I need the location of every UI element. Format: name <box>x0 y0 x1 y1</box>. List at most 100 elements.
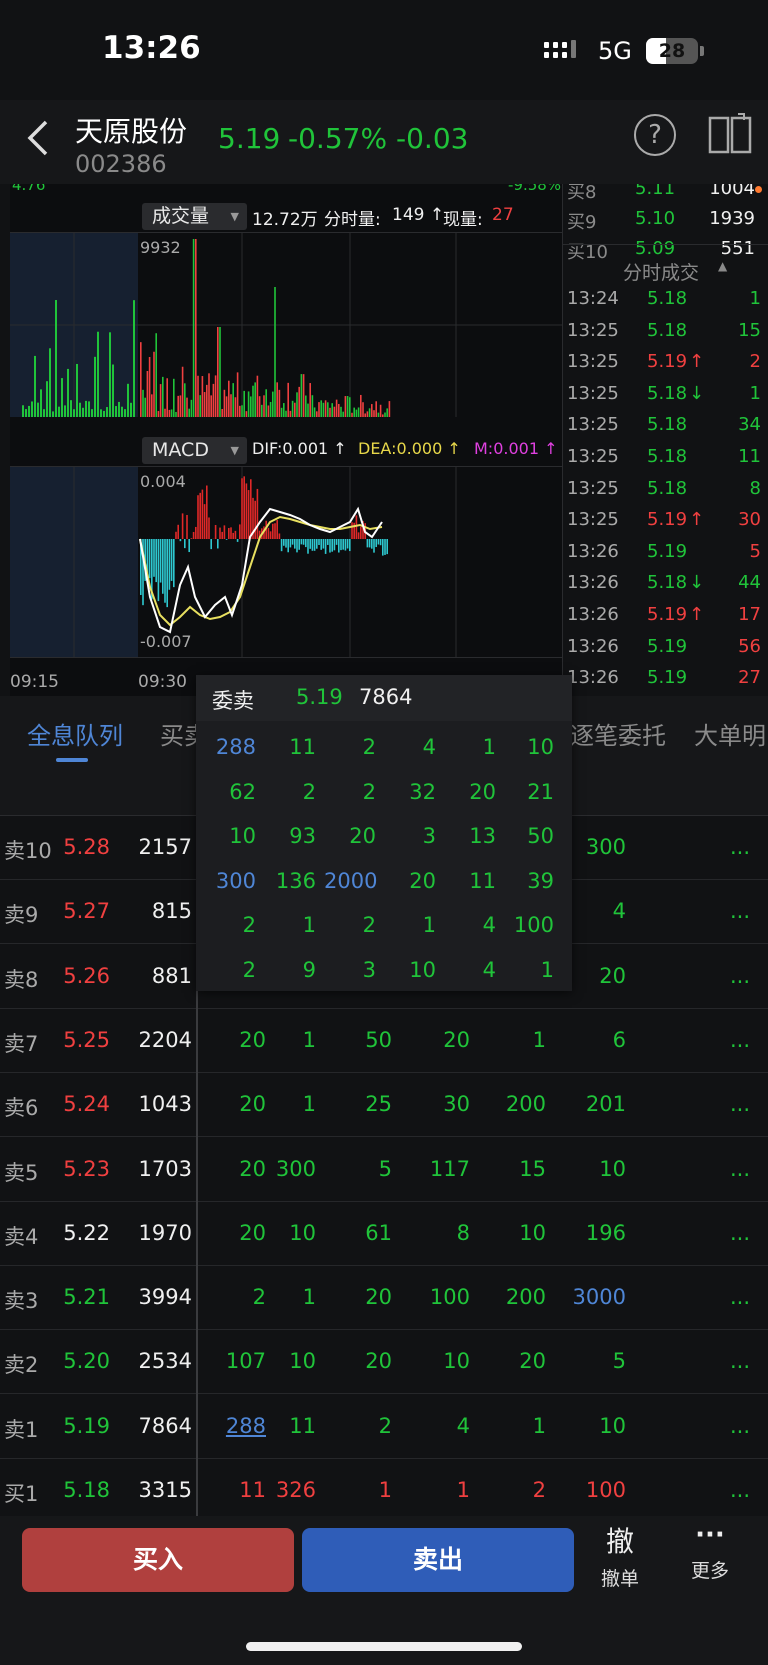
queue-order[interactable]: 15 <box>486 1157 546 1181</box>
popup-order[interactable]: 62 <box>204 780 256 804</box>
queue-order[interactable]: 100 <box>566 1478 626 1502</box>
cancel-order-button[interactable]: 撤 撤单 <box>590 1520 650 1591</box>
queue-order[interactable]: 50 <box>332 1028 392 1052</box>
more-orders-icon[interactable]: ... <box>720 835 750 859</box>
popup-order[interactable]: 93 <box>264 824 316 848</box>
queue-order[interactable]: 5 <box>332 1157 392 1181</box>
queue-order[interactable]: 8 <box>410 1221 470 1245</box>
queue-order[interactable]: 10 <box>566 1414 626 1438</box>
tab-full-queue[interactable]: 全息队列 <box>27 716 123 751</box>
queue-order[interactable]: 20 <box>176 1092 266 1116</box>
queue-order[interactable]: 20 <box>332 1285 392 1309</box>
popup-order[interactable]: 300 <box>204 869 256 893</box>
popup-order[interactable]: 20 <box>444 780 496 804</box>
ladder-row[interactable]: 卖2 5.20 2534 107 10 20 10 20 5... <box>0 1330 768 1395</box>
queue-order[interactable]: 3000 <box>566 1285 626 1309</box>
popup-order[interactable]: 10 <box>204 824 256 848</box>
queue-order[interactable]: 25 <box>332 1092 392 1116</box>
more-orders-icon[interactable]: ... <box>720 1028 750 1052</box>
queue-order[interactable]: 1 <box>410 1478 470 1502</box>
popup-order[interactable]: 13 <box>444 824 496 848</box>
queue-order[interactable]: 10 <box>410 1349 470 1373</box>
macd-indicator-select[interactable]: MACD ▼ <box>142 437 247 464</box>
ladder-row[interactable]: 卖5 5.23 1703 20 300 5 117 15 10... <box>0 1138 768 1202</box>
queue-order[interactable]: 20 <box>332 1349 392 1373</box>
more-orders-icon[interactable]: ... <box>720 964 750 988</box>
popup-order[interactable]: 32 <box>384 780 436 804</box>
more-button[interactable]: ··· 更多 <box>680 1520 740 1583</box>
queue-order[interactable]: 10 <box>256 1349 316 1373</box>
more-orders-icon[interactable]: ... <box>720 1414 750 1438</box>
popup-order[interactable]: 21 <box>502 780 554 804</box>
popup-order[interactable]: 1 <box>502 958 554 982</box>
queue-order[interactable]: 196 <box>566 1221 626 1245</box>
popup-order[interactable]: 2000 <box>324 869 377 893</box>
volume-indicator-select[interactable]: 成交量 ▼ <box>142 203 247 230</box>
queue-order[interactable]: 300 <box>256 1157 316 1181</box>
queue-order[interactable]: 20 <box>176 1221 266 1245</box>
ladder-row[interactable]: 卖3 5.21 3994 2 1 20 100 200 3000... <box>0 1266 768 1331</box>
ladder-row[interactable]: 卖6 5.24 1043 20 1 25 30 200 201... <box>0 1073 768 1138</box>
back-icon[interactable] <box>24 118 54 158</box>
queue-order[interactable]: 20 <box>176 1028 266 1052</box>
queue-order[interactable]: 1 <box>256 1092 316 1116</box>
queue-order[interactable]: 100 <box>410 1285 470 1309</box>
intraday-chart[interactable]: 4.76 -9.58% 成交量 ▼ 12.72万 分时量: 149 ↑ 现量: 2… <box>10 184 562 696</box>
popup-order[interactable]: 1 <box>444 735 496 759</box>
queue-order[interactable]: 10 <box>256 1221 316 1245</box>
popup-order[interactable]: 39 <box>502 869 554 893</box>
queue-order[interactable]: 1 <box>486 1414 546 1438</box>
queue-order[interactable]: 117 <box>410 1157 470 1181</box>
queue-order[interactable]: 200 <box>486 1092 546 1116</box>
popup-order[interactable]: 3 <box>384 824 436 848</box>
popup-order[interactable]: 10 <box>502 735 554 759</box>
queue-order[interactable]: 5 <box>566 1349 626 1373</box>
queue-order[interactable]: 61 <box>332 1221 392 1245</box>
more-orders-icon[interactable]: ... <box>720 1221 750 1245</box>
queue-order[interactable]: 288 <box>176 1414 266 1438</box>
tick-panel[interactable]: 买8 5.11 1004 买9 5.10 1939 买10 5.09 551 分时成交 ▲ 13… <box>563 184 768 696</box>
ladder-row[interactable]: 卖7 5.25 2204 20 1 50 20 1 6... <box>0 1009 768 1073</box>
queue-order[interactable]: 10 <box>566 1157 626 1181</box>
popup-order[interactable]: 20 <box>384 869 436 893</box>
queue-order[interactable]: 20 <box>486 1349 546 1373</box>
popup-order[interactable]: 9 <box>264 958 316 982</box>
popup-order[interactable]: 11 <box>444 869 496 893</box>
queue-order[interactable]: 4 <box>566 899 626 923</box>
more-orders-icon[interactable]: ... <box>720 1285 750 1309</box>
queue-order[interactable]: 1 <box>486 1028 546 1052</box>
queue-order[interactable]: 300 <box>566 835 626 859</box>
queue-order[interactable]: 107 <box>176 1349 266 1373</box>
queue-order[interactable]: 20 <box>410 1028 470 1052</box>
sell-button[interactable]: 卖出 <box>302 1528 574 1592</box>
queue-order[interactable]: 201 <box>566 1092 626 1116</box>
ladder-row[interactable]: 卖4 5.22 1970 20 10 61 8 10 196... <box>0 1202 768 1266</box>
popup-order[interactable]: 100 <box>502 913 554 937</box>
popup-order[interactable]: 1 <box>384 913 436 937</box>
queue-order[interactable]: 11 <box>176 1478 266 1502</box>
popup-order[interactable]: 1 <box>264 913 316 937</box>
help-icon[interactable]: ? <box>634 114 676 156</box>
popup-order[interactable]: 288 <box>204 735 256 759</box>
tab-tick-orders[interactable]: 逐笔委托 <box>570 716 666 751</box>
queue-order[interactable]: 6 <box>566 1028 626 1052</box>
popup-order[interactable]: 2 <box>324 913 376 937</box>
queue-detail-popup[interactable]: 委卖 5.19 7864 288 11 2 4 1 10 62 2 2 32 20 21 10 93 20 3… <box>196 675 572 991</box>
queue-order[interactable]: 1 <box>256 1285 316 1309</box>
more-orders-icon[interactable]: ... <box>720 1478 750 1502</box>
popup-order[interactable]: 2 <box>264 780 316 804</box>
queue-order[interactable]: 2 <box>332 1414 392 1438</box>
queue-order[interactable]: 10 <box>486 1221 546 1245</box>
popup-order[interactable]: 4 <box>444 958 496 982</box>
queue-order[interactable]: 200 <box>486 1285 546 1309</box>
queue-order[interactable]: 30 <box>410 1092 470 1116</box>
popup-order[interactable]: 10 <box>384 958 436 982</box>
queue-order[interactable]: 326 <box>256 1478 316 1502</box>
switch-layout-icon[interactable] <box>708 112 752 156</box>
queue-order[interactable]: 20 <box>566 964 626 988</box>
queue-order[interactable]: 1 <box>332 1478 392 1502</box>
popup-order[interactable]: 2 <box>204 958 256 982</box>
popup-order[interactable]: 4 <box>444 913 496 937</box>
chevron-up-icon[interactable]: ▲ <box>718 259 727 273</box>
popup-order[interactable]: 3 <box>324 958 376 982</box>
